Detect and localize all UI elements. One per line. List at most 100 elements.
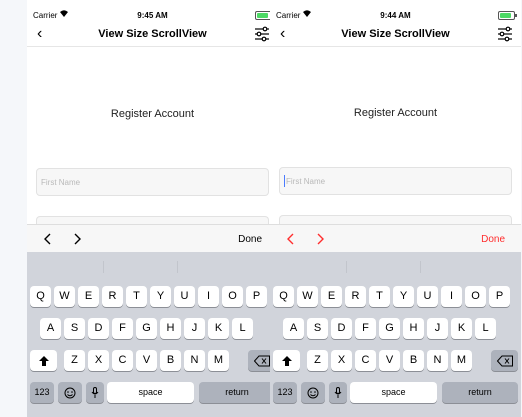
key-e[interactable]: E [78,286,99,307]
key-x[interactable]: X [331,350,352,371]
first-name-placeholder: First Name [41,178,81,187]
next-field-icon[interactable] [316,233,324,245]
key-a[interactable]: A [283,318,304,339]
emoji-icon [307,387,319,398]
key-m[interactable]: M [451,350,472,371]
keyboard-toolbar: Done [27,224,278,253]
navigation-bar: ‹ View Size ScrollView [270,22,521,47]
phone-screen-left: Carrier 9:45 AM ‹ View Size ScrollView R… [27,0,278,417]
key-u[interactable]: U [174,286,195,307]
first-name-field[interactable]: First Name [279,167,512,195]
key-k[interactable]: K [451,318,472,339]
space-key[interactable]: space [107,382,194,403]
key-i[interactable]: I [198,286,219,307]
backspace-icon [253,355,270,366]
done-button[interactable]: Done [238,234,262,245]
nav-title: View Size ScrollView [98,28,207,40]
key-p[interactable]: P [489,286,510,307]
page-heading: Register Account [110,108,195,120]
status-time: 9:45 AM [137,11,168,20]
key-s[interactable]: S [307,318,328,339]
numbers-key[interactable]: 123 [30,382,54,403]
space-key[interactable]: space [350,382,437,403]
key-h[interactable]: H [403,318,424,339]
previous-field-icon[interactable] [287,233,295,245]
status-time: 9:44 AM [380,11,411,20]
emoji-key[interactable] [58,382,82,403]
key-e[interactable]: E [321,286,342,307]
key-y[interactable]: Y [150,286,171,307]
key-z[interactable]: Z [307,350,328,371]
key-a[interactable]: A [40,318,61,339]
prediction-bar [27,252,278,282]
key-q[interactable]: Q [273,286,294,307]
key-m[interactable]: M [208,350,229,371]
key-o[interactable]: O [465,286,486,307]
backspace-icon [496,355,513,366]
key-t[interactable]: T [126,286,147,307]
key-b[interactable]: B [160,350,181,371]
numbers-key[interactable]: 123 [273,382,297,403]
sliders-icon[interactable] [497,26,513,42]
key-j[interactable]: J [184,318,205,339]
dictation-key[interactable] [86,382,104,403]
page-heading: Register Account [353,107,438,119]
software-keyboard: Q W E R T Y U I O P A S D F G H J K L Z … [270,252,521,417]
first-name-field[interactable]: First Name [36,168,269,196]
shift-key[interactable] [273,350,300,371]
battery-icon [498,11,517,20]
key-d[interactable]: D [331,318,352,339]
next-field-icon[interactable] [73,233,81,245]
previous-field-icon[interactable] [44,233,52,245]
key-f[interactable]: F [112,318,133,339]
key-q[interactable]: Q [30,286,51,307]
key-r[interactable]: R [102,286,123,307]
key-d[interactable]: D [88,318,109,339]
return-key[interactable]: return [199,382,275,403]
key-v[interactable]: V [379,350,400,371]
prediction-bar [270,252,521,282]
navigation-bar: ‹ View Size ScrollView [27,22,278,47]
key-c[interactable]: C [112,350,133,371]
key-t[interactable]: T [369,286,390,307]
key-l[interactable]: L [475,318,496,339]
emoji-icon [64,387,76,398]
nav-title: View Size ScrollView [341,28,450,40]
key-v[interactable]: V [136,350,157,371]
key-x[interactable]: X [88,350,109,371]
key-n[interactable]: N [184,350,205,371]
return-key[interactable]: return [442,382,518,403]
key-w[interactable]: W [297,286,318,307]
key-c[interactable]: C [355,350,376,371]
key-y[interactable]: Y [393,286,414,307]
key-h[interactable]: H [160,318,181,339]
key-b[interactable]: B [403,350,424,371]
key-k[interactable]: K [208,318,229,339]
dictation-key[interactable] [329,382,347,403]
shift-arrow-icon [38,355,49,366]
key-z[interactable]: Z [64,350,85,371]
key-l[interactable]: L [232,318,253,339]
key-u[interactable]: U [417,286,438,307]
shift-arrow-icon [281,355,292,366]
key-w[interactable]: W [54,286,75,307]
emoji-key[interactable] [301,382,325,403]
key-i[interactable]: I [441,286,462,307]
first-name-placeholder: First Name [286,177,326,186]
key-f[interactable]: F [355,318,376,339]
microphone-icon [91,386,99,398]
key-g[interactable]: G [379,318,400,339]
key-s[interactable]: S [64,318,85,339]
key-p[interactable]: P [246,286,267,307]
sliders-icon[interactable] [254,26,270,42]
shift-key[interactable] [30,350,57,371]
key-n[interactable]: N [427,350,448,371]
delete-key[interactable] [491,350,518,371]
key-g[interactable]: G [136,318,157,339]
key-o[interactable]: O [222,286,243,307]
keyboard-toolbar: Done [270,224,521,253]
software-keyboard: Q W E R T Y U I O P A S D F G H J K L Z … [27,252,278,417]
key-j[interactable]: J [427,318,448,339]
done-button[interactable]: Done [481,234,505,245]
key-r[interactable]: R [345,286,366,307]
